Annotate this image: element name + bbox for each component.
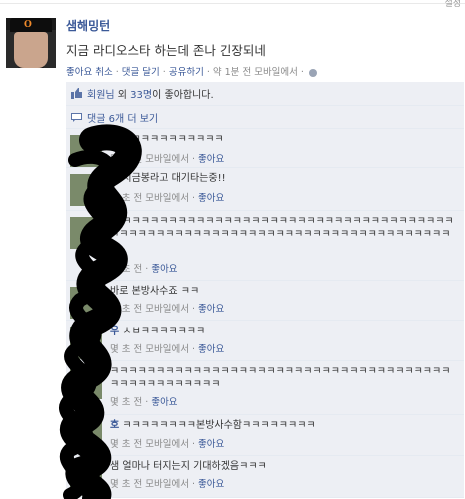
comment-avatar[interactable] — [70, 174, 102, 206]
globe-icon — [308, 68, 317, 77]
commenter-name[interactable]: 호 — [110, 420, 119, 431]
comment-like-link[interactable]: 좋아요 — [198, 193, 224, 204]
comment-meta: 몇 초 전 모바일에서 · 좋아요 — [110, 439, 225, 450]
comment-meta: 몇 초 전 모바일에서 · 좋아요 — [110, 344, 225, 355]
comment-body: 호 ㅋㅋㅋㅋㅋㅋㅋㅋㅋㅋㅋ — [110, 134, 224, 145]
post-author-name[interactable]: 샘해밍턴 — [66, 17, 110, 34]
comment-like-link[interactable]: 좋아요 — [198, 304, 224, 315]
commenter-name[interactable]: 호 — [110, 134, 119, 145]
comment-body: 현 지금봉라고 대기타는중!! — [110, 173, 226, 184]
settings-link[interactable]: 설정 — [444, 0, 461, 9]
comment-body: 우 ㅅㅂㅋㅋㅋㅋㅋㅋㅋ — [110, 326, 206, 337]
feedback-box: 회원님 외 33명이 좋아합니다. 댓글 6개 더 보기 호 ㅋㅋㅋㅋㅋㅋㅋㅋㅋ… — [66, 82, 464, 498]
comment-avatar[interactable] — [70, 217, 102, 249]
comment-meta: 몇 초 전 모바일에서 · 좋아요 — [110, 304, 225, 315]
thumbs-up-icon — [71, 88, 82, 99]
comment-avatar[interactable] — [70, 421, 102, 453]
comment-item: 호 ㅋㅋㅋㅋㅋㅋㅋㅋ본방사수함ㅋㅋㅋㅋㅋㅋㅋㅋ 몇 초 전 모바일에서 · 좋아… — [66, 415, 464, 456]
cap-logo: O — [24, 20, 32, 30]
comment-like-link[interactable]: 좋아요 — [198, 344, 224, 355]
comment-item: 호 ㅋㅋㅋㅋㅋㅋㅋㅋㅋㅋㅋ 몇 초 전 모바일에서 · 좋아요 — [66, 129, 464, 168]
author-avatar[interactable]: O — [6, 18, 56, 68]
comment-avatar[interactable] — [70, 327, 102, 359]
comment-avatar[interactable] — [70, 287, 102, 319]
comment-meta: 몇 초 전 모바일에서 · 좋아요 — [110, 479, 225, 490]
share-link[interactable]: 공유하기 — [169, 67, 204, 78]
post-status-text: 지금 라디오스타 하는데 존나 긴장되네 — [66, 43, 266, 58]
view-more-comments[interactable]: 댓글 6개 더 보기 — [66, 106, 464, 129]
comment-avatar[interactable] — [70, 135, 102, 167]
comment-item: 샘 얼마나 터지는지 기대하겠음ㅋㅋㅋ 몇 초 전 모바일에서 · 좋아요 — [66, 456, 464, 498]
comment-item: ㅋㅋㅋㅋㅋㅋㅋㅋㅋㅋㅋㅋㅋㅋㅋㅋㅋㅋㅋㅋㅋㅋㅋㅋㅋㅋㅋㅋㅋㅋㅋㅋㅋㅋㅋㅋㅋㅋㅋㅋ… — [66, 361, 464, 415]
comment-item: 우 ㅅㅂㅋㅋㅋㅋㅋㅋㅋ 몇 초 전 모바일에서 · 좋아요 — [66, 321, 464, 361]
likes-you[interactable]: 회원님 — [87, 90, 115, 101]
comment-bubble-icon — [71, 112, 82, 122]
comment-like-link[interactable]: 좋아요 — [151, 264, 177, 275]
comment-item: 은 ㅋㅋㅋㅋㅋㅋㅋㅋㅋㅋㅋㅋㅋㅋㅋㅋㅋㅋㅋㅋㅋㅋㅋㅋㅋㅋㅋㅋㅋㅋㅋㅋㅋㅋㅋㅋㅋㅋ… — [66, 211, 464, 281]
comment-body: ㅋㅋㅋㅋㅋㅋㅋㅋㅋㅋㅋㅋㅋㅋㅋㅋㅋㅋㅋㅋㅋㅋㅋㅋㅋㅋㅋㅋㅋㅋㅋㅋㅋㅋㅋㅋㅋㅋㅋㅋ… — [110, 366, 451, 390]
comment-like-link[interactable]: 좋아요 — [198, 439, 224, 450]
comment-link[interactable]: 댓글 달기 — [122, 67, 160, 78]
comment-like-link[interactable]: 좋아요 — [151, 397, 177, 408]
post-meta: 좋아요 취소 · 댓글 달기 · 공유하기 · 약 1분 전 모바일에서 · — [66, 64, 317, 78]
view-more-label: 댓글 6개 더 보기 — [87, 113, 159, 125]
avatar-face — [14, 32, 48, 68]
comment-avatar[interactable] — [70, 462, 102, 494]
comment-item: 바로 본방사수죠 ㅋㅋ 몇 초 전 모바일에서 · 좋아요 — [66, 281, 464, 321]
like-summary: 회원님 외 33명이 좋아합니다. — [66, 82, 464, 106]
comment-meta: 몇 초 전 모바일에서 · 좋아요 — [110, 154, 225, 165]
comment-item: 현 지금봉라고 대기타는중!! 몇 초 전 모바일에서 · 좋아요 — [66, 168, 464, 211]
commenter-name[interactable]: 우 — [110, 326, 119, 337]
unlike-link[interactable]: 좋아요 취소 — [66, 67, 113, 78]
comment-body: 바로 본방사수죠 ㅋㅋ — [110, 286, 200, 297]
commenter-name[interactable]: 은 — [110, 216, 119, 227]
comment-like-link[interactable]: 좋아요 — [198, 154, 224, 165]
commenter-name[interactable]: 현 — [110, 173, 119, 184]
comment-body: 은 ㅋㅋㅋㅋㅋㅋㅋㅋㅋㅋㅋㅋㅋㅋㅋㅋㅋㅋㅋㅋㅋㅋㅋㅋㅋㅋㅋㅋㅋㅋㅋㅋㅋㅋㅋㅋㅋㅋ… — [110, 216, 454, 252]
comment-avatar[interactable] — [70, 367, 102, 399]
top-divider — [0, 3, 465, 4]
comment-body: 샘 얼마나 터지는지 기대하겠음ㅋㅋㅋ — [110, 461, 267, 472]
comment-body: 호 ㅋㅋㅋㅋㅋㅋㅋㅋ본방사수함ㅋㅋㅋㅋㅋㅋㅋㅋ — [110, 420, 316, 431]
post-timestamp[interactable]: 약 1분 전 모바일에서 — [213, 67, 298, 78]
comment-meta: 몇 초 전 · 좋아요 — [110, 397, 178, 408]
comment-meta: 몇 초 전 모바일에서 · 좋아요 — [110, 193, 225, 204]
comment-like-link[interactable]: 좋아요 — [198, 479, 224, 490]
likes-count-link[interactable]: 33명 — [130, 90, 152, 101]
comment-meta: 몇 초 전 · 좋아요 — [110, 264, 178, 275]
